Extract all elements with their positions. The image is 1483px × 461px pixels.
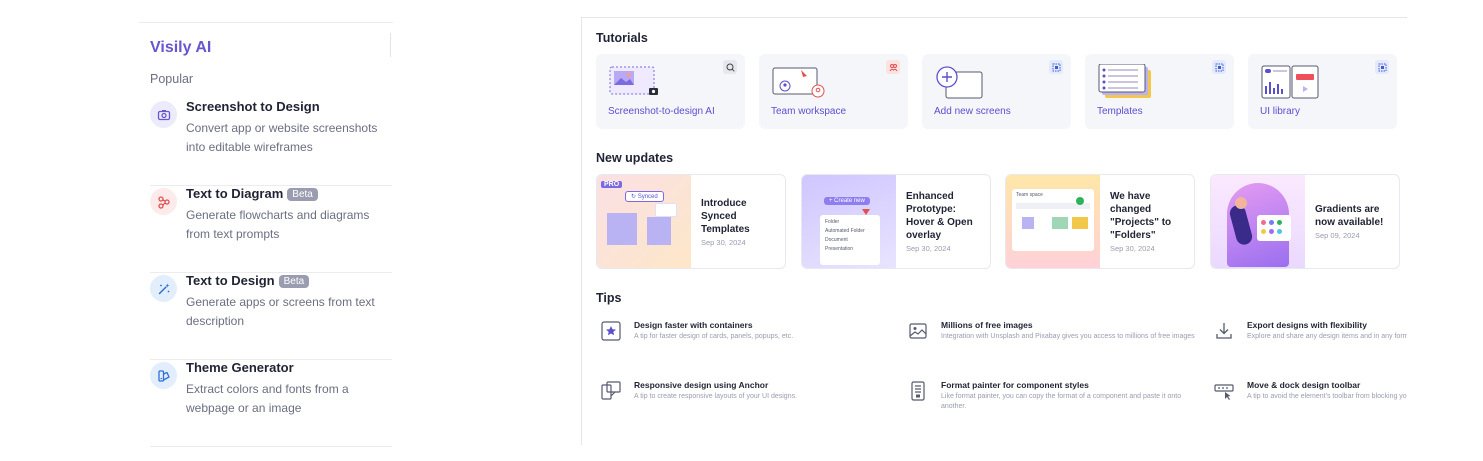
beta-badge: Beta bbox=[287, 188, 318, 201]
person-head bbox=[1235, 197, 1247, 209]
tip-responsive-anchor[interactable]: Responsive design using Anchor A tip to … bbox=[600, 380, 900, 414]
update-thumbnail: PRO ↻ Synced bbox=[597, 175, 691, 268]
update-thumbnail bbox=[1211, 175, 1305, 268]
ai-item-title: Text to Diagram Beta bbox=[186, 186, 318, 201]
palette-icon bbox=[150, 362, 177, 389]
update-title: We have changed "Projects" to "Folders" bbox=[1110, 191, 1172, 241]
tip-title: Design faster with containers bbox=[634, 320, 753, 330]
ai-item-description: Convert app or website screenshots into … bbox=[186, 121, 378, 154]
color-palette bbox=[1257, 215, 1291, 241]
update-title: Gradients are now available! bbox=[1315, 204, 1384, 228]
screen-grid-icon bbox=[1049, 60, 1063, 74]
ai-item-text-to-design[interactable]: Text to Design Beta Generate apps or scre… bbox=[150, 273, 392, 360]
ai-item-description: Generate flowcharts and diagrams from te… bbox=[186, 208, 370, 241]
ai-item-screenshot-to-design[interactable]: Screenshot to Design Convert app or webs… bbox=[150, 99, 392, 186]
tutorial-label: Screenshot-to-design AI bbox=[608, 106, 715, 117]
team-icon bbox=[886, 60, 900, 74]
templates-illustration bbox=[1097, 63, 1157, 100]
ai-item-description: Extract colors and fonts from a webpage … bbox=[186, 382, 349, 415]
ai-item-title: Theme Generator bbox=[186, 360, 294, 375]
tutorials-heading: Tutorials bbox=[596, 31, 648, 45]
update-card-projects-to-folders[interactable]: Team space We have changed "Projects" to… bbox=[1005, 174, 1195, 269]
tip-title: Millions of free images bbox=[941, 320, 1033, 330]
tip-description: Integration with Unsplash and Pixabay gi… bbox=[941, 333, 1195, 340]
tutorial-card-add-new-screens[interactable]: Add new screens bbox=[922, 54, 1071, 129]
panel-divider bbox=[390, 33, 391, 57]
update-date: Sep 30, 2024 bbox=[701, 237, 746, 247]
tip-title: Export designs with flexibility bbox=[1247, 320, 1367, 330]
ai-item-description: Generate apps or screens from text descr… bbox=[186, 295, 375, 328]
tutorial-label: Add new screens bbox=[934, 106, 1011, 117]
template-block bbox=[655, 203, 677, 217]
tip-description: A tip to create responsive layouts of yo… bbox=[634, 393, 798, 400]
template-block bbox=[647, 217, 671, 245]
ai-item-theme-generator[interactable]: Theme Generator Extract colors and fonts… bbox=[150, 360, 392, 447]
add-screens-illustration bbox=[934, 64, 994, 100]
update-card-gradients[interactable]: Gradients are now available! Sep 09, 202… bbox=[1210, 174, 1400, 269]
tip-title: Responsive design using Anchor bbox=[634, 380, 769, 390]
pro-badge: PRO bbox=[601, 181, 623, 188]
tutorial-card-team-workspace[interactable]: Team workspace bbox=[759, 54, 908, 129]
home-screen: Visily AI Popular Screenshot to Design C… bbox=[0, 0, 1483, 461]
tips-heading: Tips bbox=[596, 291, 622, 305]
team-illustration bbox=[771, 64, 831, 100]
tip-move-dock-toolbar[interactable]: Move & dock design toolbar A tip to avoi… bbox=[1213, 380, 1407, 414]
diagram-icon bbox=[150, 188, 177, 215]
ui-library-illustration bbox=[1260, 64, 1320, 100]
toolbar-icon bbox=[1213, 380, 1235, 402]
tip-description: Explore and share any design items and i… bbox=[1247, 333, 1407, 340]
ai-panel-title: Visily AI bbox=[150, 39, 212, 56]
anchor-icon bbox=[600, 380, 622, 402]
download-icon bbox=[1213, 320, 1235, 342]
update-title: Introduce Synced Templates bbox=[701, 197, 750, 235]
tip-export-designs[interactable]: Export designs with flexibility Explore … bbox=[1213, 320, 1407, 354]
update-date: Sep 09, 2024 bbox=[1315, 231, 1360, 240]
tutorial-label: Team workspace bbox=[771, 106, 847, 117]
screen-grid-icon bbox=[1212, 60, 1226, 74]
screen-grid-icon bbox=[1375, 60, 1389, 74]
star-frame-icon bbox=[600, 320, 622, 342]
ai-item-title: Text to Design Beta bbox=[186, 273, 310, 288]
tutorial-card-ui-library[interactable]: UI library bbox=[1248, 54, 1397, 129]
update-thumbnail: + Create new Folder Automated Folder Doc… bbox=[802, 175, 896, 268]
tip-design-faster-containers[interactable]: Design faster with containers A tip for … bbox=[600, 320, 900, 354]
tutorial-label: Templates bbox=[1097, 106, 1143, 117]
ai-section-label: Popular bbox=[150, 72, 194, 86]
tip-description: Like format painter, you can copy the fo… bbox=[941, 393, 1182, 410]
ai-search-icon bbox=[723, 60, 737, 74]
tip-description: A tip for faster design of cards, panels… bbox=[634, 333, 794, 340]
tip-title: Move & dock design toolbar bbox=[1247, 380, 1361, 390]
tutorial-card-templates[interactable]: Templates bbox=[1085, 54, 1234, 129]
tip-free-images[interactable]: Millions of free images Integration with… bbox=[907, 320, 1207, 354]
tutorial-label: UI library bbox=[1260, 106, 1301, 117]
format-painter-icon bbox=[907, 380, 929, 402]
update-date: Sep 30, 2024 bbox=[1110, 244, 1155, 253]
ai-item-text-to-diagram[interactable]: Text to Diagram Beta Generate flowcharts … bbox=[150, 186, 392, 273]
tip-format-painter[interactable]: Format painter for component styles Like… bbox=[907, 380, 1207, 414]
tutorial-card-screenshot-to-design[interactable]: Screenshot-to-design AI bbox=[596, 54, 745, 129]
new-updates-heading: New updates bbox=[596, 151, 674, 165]
main-content: Tutorials Screenshot-to-design AI Team w… bbox=[581, 17, 1407, 445]
image-icon bbox=[907, 320, 929, 342]
dropdown-menu: Folder Automated Folder Document Present… bbox=[820, 215, 880, 265]
camera-icon bbox=[150, 101, 177, 128]
update-date: Sep 30, 2024 bbox=[906, 244, 951, 253]
tip-title: Format painter for component styles bbox=[941, 380, 1089, 390]
update-card-enhanced-prototype[interactable]: + Create new Folder Automated Folder Doc… bbox=[801, 174, 991, 269]
screenshot-illustration bbox=[608, 64, 668, 100]
tip-description: A tip to avoid the element's toolbar fro… bbox=[1247, 393, 1407, 400]
update-thumbnail: Team space bbox=[1006, 175, 1100, 268]
update-title: Enhanced Prototype: Hover & Open overlay bbox=[906, 191, 973, 241]
visily-ai-panel: Visily AI Popular Screenshot to Design C… bbox=[139, 22, 393, 447]
template-block bbox=[607, 213, 637, 245]
update-card-synced-templates[interactable]: PRO ↻ Synced Introduce Synced Templates … bbox=[596, 174, 786, 269]
folder-preview: Team space bbox=[1012, 189, 1094, 251]
magic-wand-icon bbox=[150, 275, 177, 302]
ai-item-title: Screenshot to Design bbox=[186, 99, 320, 114]
beta-badge: Beta bbox=[278, 275, 310, 288]
synced-chip: ↻ Synced bbox=[625, 191, 664, 202]
create-new-chip: + Create new bbox=[824, 197, 870, 205]
